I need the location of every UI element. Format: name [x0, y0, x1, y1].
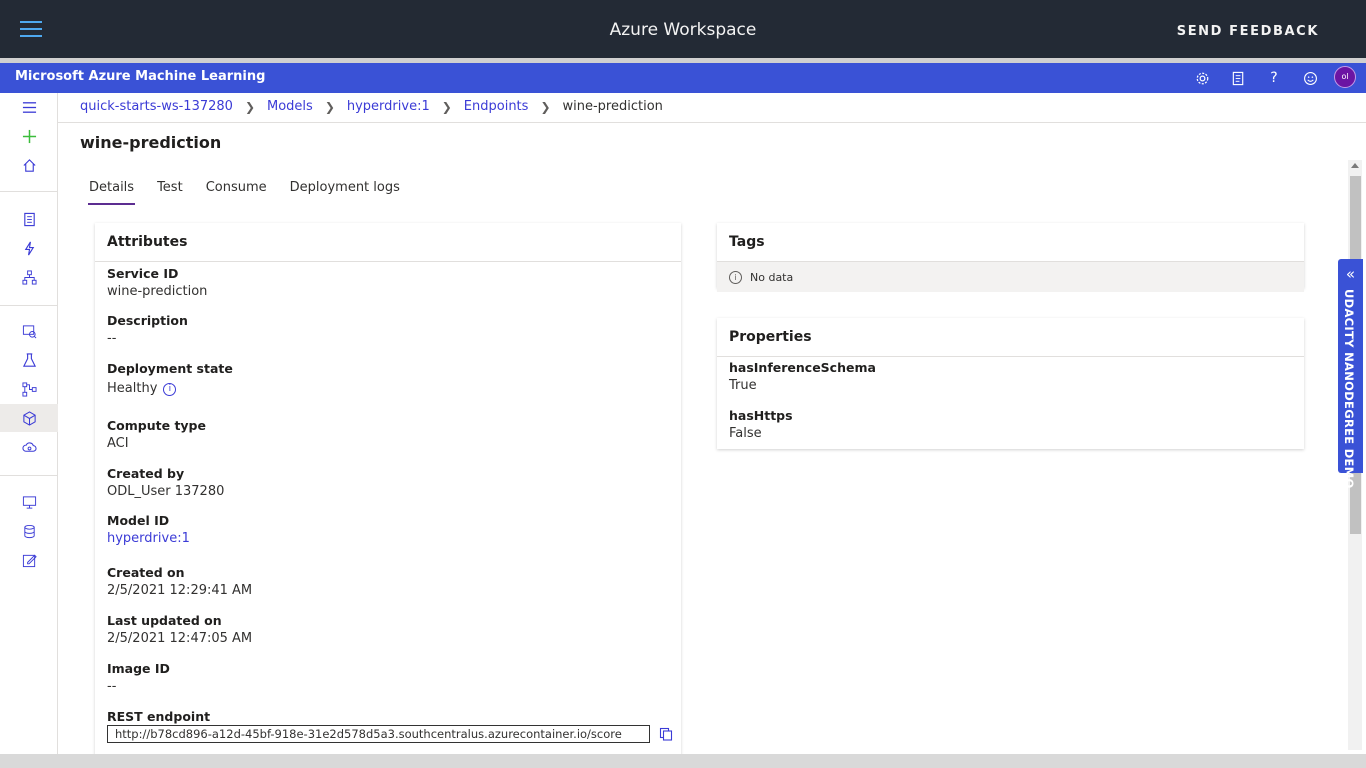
nav-automated-ml-icon[interactable] [0, 234, 58, 262]
field-label: Deployment state [107, 361, 233, 376]
breadcrumb-model-link[interactable]: hyperdrive:1 [347, 99, 430, 114]
field-label: Model ID [107, 513, 170, 528]
breadcrumb-divider [58, 122, 1366, 123]
azure-ml-header: Microsoft Azure Machine Learning ? ol [0, 63, 1366, 93]
created-by-value: ODL_User 137280 [107, 484, 225, 499]
field-label: Created by [107, 466, 185, 481]
nav-models-cube-icon[interactable] [0, 404, 58, 432]
chevron-right-icon: ❯ [324, 99, 335, 114]
chevron-right-icon: ❯ [540, 99, 551, 114]
nav-designer-icon[interactable] [0, 263, 58, 291]
attributes-header: Attributes [95, 223, 681, 262]
rest-endpoint-field: REST endpoint [107, 709, 210, 724]
deployment-state-field: Deployment state Healthy i [107, 361, 233, 396]
field-label: Compute type [107, 418, 206, 433]
feedback-smiley-icon[interactable] [1299, 67, 1321, 89]
breadcrumb-current: wine-prediction [562, 99, 663, 114]
model-id-link[interactable]: hyperdrive:1 [107, 531, 190, 546]
nav-compute-monitor-icon[interactable] [0, 488, 58, 516]
has-https-field: hasHttps False [729, 408, 793, 441]
nav-datastores-database-icon[interactable] [0, 517, 58, 545]
deployment-state-row: Healthy i [107, 381, 233, 396]
created-on-field: Created on 2/5/2021 12:29:41 AM [107, 565, 252, 598]
has-inference-schema-value: True [729, 378, 757, 393]
nav-datasets-icon[interactable] [0, 317, 58, 345]
horizontal-scrollbar[interactable] [0, 754, 1366, 768]
has-inference-schema-field: hasInferenceSchema True [729, 360, 876, 393]
created-by-field: Created by ODL_User 137280 [107, 466, 224, 499]
chevron-right-icon: ❯ [441, 99, 452, 114]
nav-data-labeling-edit-icon[interactable] [0, 546, 58, 574]
nav-endpoints-cloud-icon[interactable] [0, 433, 58, 461]
deployment-state-value: Healthy [107, 381, 158, 396]
breadcrumb-endpoints-link[interactable]: Endpoints [464, 99, 529, 114]
copy-icon[interactable] [659, 726, 673, 741]
attributes-card: Attributes Service ID wine-prediction De… [95, 223, 681, 763]
field-label: Created on [107, 565, 185, 580]
field-label: REST endpoint [107, 709, 211, 724]
field-label: Image ID [107, 661, 170, 676]
help-question-icon[interactable]: ? [1263, 67, 1285, 89]
has-https-value: False [729, 426, 762, 441]
field-label: Last updated on [107, 613, 222, 628]
side-panel-label: UDACITY NANODEGREE DEMO [1342, 289, 1356, 489]
info-icon[interactable]: i [163, 383, 177, 396]
created-on-value: 2/5/2021 12:29:41 AM [107, 583, 253, 598]
tab-details[interactable]: Details [80, 178, 143, 205]
scrollbar-corner [1336, 754, 1366, 768]
nav-home-icon[interactable] [0, 151, 58, 179]
nav-separator [0, 475, 58, 476]
nav-pipelines-icon[interactable] [0, 375, 58, 403]
nav-create-new-plus-icon[interactable] [0, 122, 58, 150]
send-feedback-button[interactable]: SEND FEEDBACK [1177, 24, 1319, 39]
page-title: wine-prediction [80, 133, 222, 152]
scroll-up-arrow-icon[interactable] [1351, 163, 1359, 168]
settings-gear-icon[interactable] [1191, 67, 1213, 89]
field-label: Description [107, 313, 188, 328]
user-avatar[interactable]: ol [1334, 66, 1356, 88]
description-value: -- [107, 331, 117, 346]
service-id-value: wine-prediction [107, 284, 208, 299]
compute-type-value: ACI [107, 436, 129, 451]
tags-header: Tags [717, 223, 1304, 262]
last-updated-field: Last updated on 2/5/2021 12:47:05 AM [107, 613, 252, 646]
tab-test[interactable]: Test [148, 178, 192, 205]
tab-consume[interactable]: Consume [197, 178, 276, 205]
nav-separator [0, 305, 58, 306]
empty-state-text: No data [750, 270, 794, 284]
app-topbar: Azure Workspace SEND FEEDBACK [0, 0, 1366, 58]
nav-collapse-menu-icon[interactable] [0, 93, 58, 121]
tags-card: Tags i No data [717, 223, 1304, 292]
nav-experiments-flask-icon[interactable] [0, 346, 58, 374]
left-navigation [0, 93, 58, 768]
field-label: hasHttps [729, 408, 793, 423]
model-id-field: Model ID hyperdrive:1 [107, 513, 190, 546]
tab-deployment-logs[interactable]: Deployment logs [281, 178, 409, 205]
image-id-value: -- [107, 679, 117, 694]
double-chevron-left-icon: « [1345, 265, 1356, 283]
chevron-right-icon: ❯ [244, 99, 255, 114]
properties-header: Properties [717, 318, 1304, 357]
brand-title[interactable]: Microsoft Azure Machine Learning [15, 69, 265, 84]
empty-state: i No data [717, 262, 1304, 292]
properties-card: Properties hasInferenceSchema True hasHt… [717, 318, 1304, 449]
rest-endpoint-input[interactable]: http://b78cd896-a12d-45bf-918e-31e2d578d… [107, 725, 650, 743]
last-updated-value: 2/5/2021 12:47:05 AM [107, 631, 253, 646]
info-icon: i [729, 270, 742, 284]
image-id-field: Image ID -- [107, 661, 170, 694]
tab-bar: Details Test Consume Deployment logs [80, 178, 414, 205]
field-label: Service ID [107, 266, 179, 281]
window-title: Azure Workspace [609, 20, 757, 40]
nav-notebooks-icon[interactable] [0, 205, 58, 233]
service-id-field: Service ID wine-prediction [107, 266, 207, 299]
description-field: Description -- [107, 313, 188, 346]
breadcrumb-models-link[interactable]: Models [267, 99, 313, 114]
udacity-side-panel-tab[interactable]: « UDACITY NANODEGREE DEMO [1338, 259, 1363, 489]
nav-separator [0, 191, 58, 192]
compute-type-field: Compute type ACI [107, 418, 206, 451]
breadcrumb-workspace-link[interactable]: quick-starts-ws-137280 [80, 99, 233, 114]
breadcrumb: quick-starts-ws-137280 ❯ Models ❯ hyperd… [80, 99, 663, 114]
field-label: hasInferenceSchema [729, 360, 876, 375]
notifications-list-icon[interactable] [1227, 67, 1249, 89]
